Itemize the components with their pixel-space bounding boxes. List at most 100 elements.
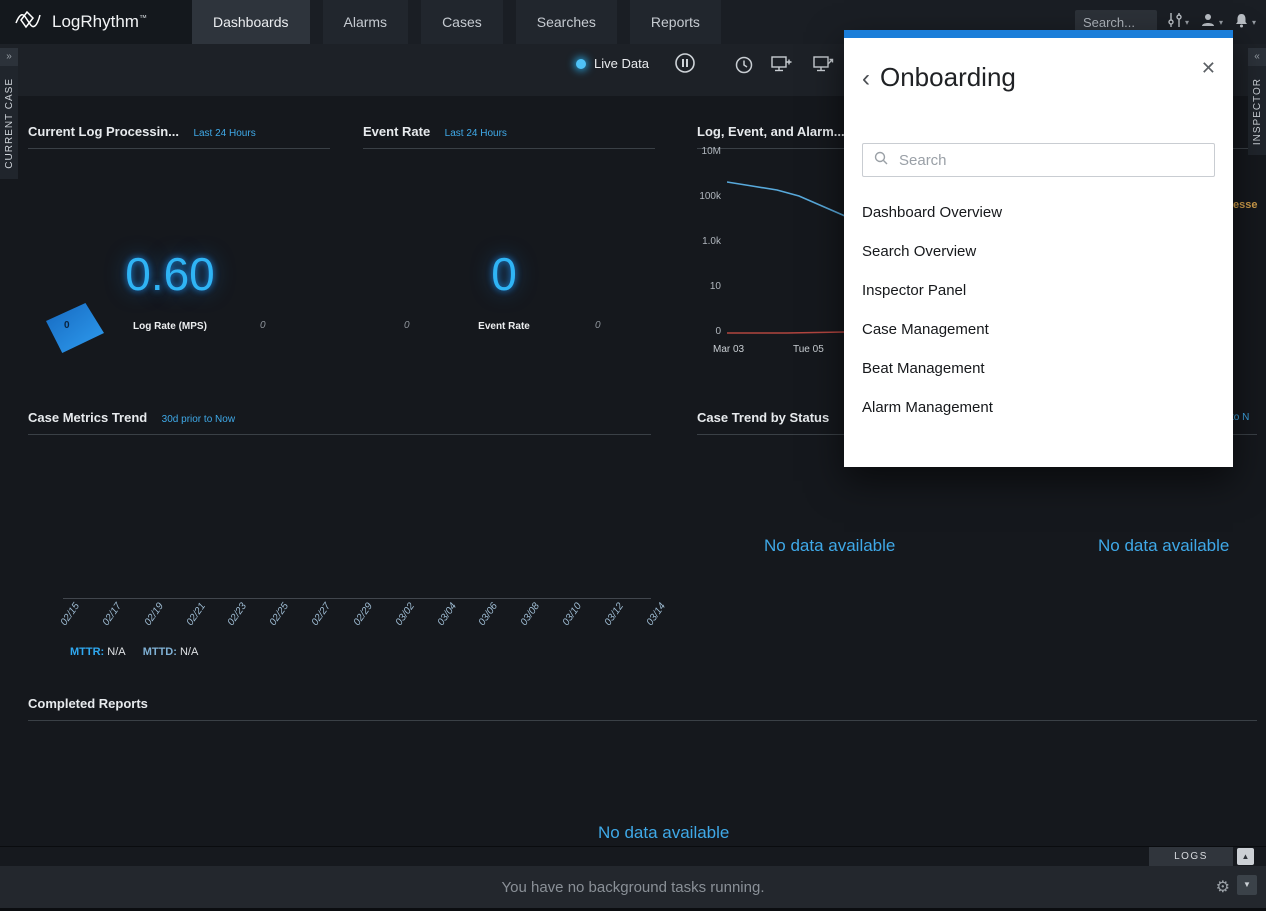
x-tick-label: 02/17 [100, 601, 123, 628]
case-metrics-trend-chart: 02/1502/1702/1902/2102/2302/2502/2702/29… [28, 438, 653, 668]
no-data-message: No data available [764, 536, 895, 556]
brand: LogRhythm™ [0, 0, 192, 44]
expand-right-icon[interactable]: » [0, 48, 18, 66]
nav-tab-alarms[interactable]: Alarms [323, 0, 409, 44]
nav-tab-reports[interactable]: Reports [630, 0, 721, 44]
chevron-down-icon: ▾ [1219, 18, 1223, 27]
primary-nav: Dashboards Alarms Cases Searches Reports [192, 0, 734, 44]
x-tick-label: 03/04 [435, 601, 458, 628]
truncated-range-fragment: to N [1231, 412, 1249, 423]
widget-time-range[interactable]: 30d prior to Now [162, 414, 235, 425]
panel-header: ‹ Onboarding ✕ [844, 38, 1233, 99]
y-tick-label: 100k [697, 191, 721, 236]
widget-time-range[interactable]: Last 24 Hours [193, 128, 255, 139]
expand-up-icon[interactable]: ▲ [1237, 848, 1254, 865]
live-data-indicator-icon [576, 59, 586, 69]
gauge-axis-min: 0 [404, 320, 410, 331]
onboarding-topic-item[interactable]: Inspector Panel [844, 271, 1233, 310]
onboarding-topic-item[interactable]: Search Overview [844, 232, 1233, 271]
logrhythm-logo-icon [13, 8, 43, 37]
y-tick-label: 1.0k [697, 236, 721, 281]
y-axis-labels: 10M100k1.0k100 [697, 146, 721, 371]
x-tick-label: 02/15 [59, 601, 82, 628]
mttr-mttd-summary: MTTR: N/A MTTD: N/A [70, 646, 212, 658]
x-tick-label: 02/19 [142, 601, 165, 628]
onboarding-search-box[interactable] [862, 143, 1215, 177]
event-rate-value: 0 [459, 247, 549, 301]
widget-title: Case Trend by Status [697, 410, 829, 425]
widget-header-case-metrics: Case Metrics Trend 30d prior to Now [28, 409, 651, 435]
gauge-needle [46, 303, 104, 353]
x-tick-label: 03/06 [477, 601, 500, 628]
close-icon[interactable]: ✕ [1201, 58, 1216, 79]
log-rate-label: Log Rate (MPS) [108, 321, 232, 332]
export-dashboard-button[interactable] [813, 56, 834, 73]
background-tasks-status: You have no background tasks running. [502, 879, 765, 896]
x-tick-label: 03/14 [644, 601, 667, 628]
current-case-label: CURRENT CASE [4, 66, 15, 179]
truncated-label-fragment: esse [1233, 199, 1257, 211]
gauge-axis-max: 0 [595, 320, 601, 331]
expand-left-icon[interactable]: « [1248, 48, 1266, 66]
pause-button[interactable] [674, 52, 696, 74]
gauge-axis-max: 0 [260, 320, 266, 331]
widget-header-log-processing: Current Log Processin... Last 24 Hours [28, 123, 330, 149]
onboarding-search-input[interactable] [897, 151, 1204, 170]
onboarding-topic-list: Dashboard OverviewSearch OverviewInspect… [844, 177, 1233, 467]
live-data-label: Live Data [594, 56, 649, 71]
logs-bar [0, 846, 1266, 866]
background-tasks-bar: You have no background tasks running. [0, 866, 1266, 908]
x-axis-line [63, 598, 651, 599]
logs-tab[interactable]: LOGS [1149, 847, 1233, 866]
mttd-label: MTTD: [143, 646, 177, 658]
search-icon [873, 150, 889, 171]
x-tick-label: 02/29 [352, 601, 375, 628]
nav-tab-dashboards[interactable]: Dashboards [192, 0, 310, 44]
chevron-down-icon: ▾ [1185, 18, 1189, 27]
mttr-label: MTTR: [70, 646, 104, 658]
widget-title: Completed Reports [28, 696, 148, 711]
collapse-down-icon[interactable]: ▼ [1237, 875, 1257, 895]
bell-icon [1234, 12, 1249, 33]
widget-header-event-rate: Event Rate Last 24 Hours [363, 123, 655, 149]
inspector-drawer-tab[interactable]: « INSPECTOR [1248, 48, 1266, 155]
x-tick-label: 03/08 [519, 601, 542, 628]
x-axis-labels: 02/1502/1702/1902/2102/2302/2502/2702/29… [63, 601, 659, 649]
event-rate-label: Event Rate [459, 321, 549, 332]
mttd-value: N/A [180, 646, 198, 658]
onboarding-topic-item[interactable]: Alarm Management [844, 388, 1233, 427]
time-range-button[interactable] [735, 56, 753, 74]
onboarding-topic-item[interactable]: Case Management [844, 310, 1233, 349]
widget-title: Current Log Processin... [28, 124, 179, 139]
x-tick-label: Tue 05 [793, 344, 824, 355]
gear-icon[interactable]: ⚙ [1216, 877, 1230, 897]
onboarding-topic-item[interactable]: Beat Management [844, 349, 1233, 388]
notifications-button[interactable]: ▾ [1234, 12, 1256, 33]
x-tick-label: Mar 03 [713, 344, 744, 355]
nav-tab-cases[interactable]: Cases [421, 0, 503, 44]
onboarding-topic-item[interactable]: Dashboard Overview [844, 193, 1233, 232]
onboarding-panel: ‹ Onboarding ✕ Dashboard OverviewSearch … [844, 30, 1233, 467]
widget-header-completed-reports: Completed Reports [28, 695, 1257, 721]
current-case-drawer-tab[interactable]: » CURRENT CASE [0, 48, 18, 179]
brand-name: LogRhythm™ [52, 12, 147, 32]
panel-accent-bar [844, 30, 1233, 38]
live-data-toggle[interactable]: Live Data [576, 56, 649, 71]
x-tick-label: 02/27 [310, 601, 333, 628]
gauge-pointer-value: 0 [64, 320, 70, 331]
widget-title: Case Metrics Trend [28, 410, 147, 425]
back-chevron-icon[interactable]: ‹ [862, 67, 870, 91]
y-tick-label: 10 [697, 281, 721, 326]
no-data-message: No data available [1098, 536, 1229, 556]
nav-tab-searches[interactable]: Searches [516, 0, 617, 44]
widget-time-range[interactable]: Last 24 Hours [445, 128, 507, 139]
add-widget-button[interactable] [771, 56, 792, 73]
widget-title: Event Rate [363, 124, 430, 139]
y-tick-label: 10M [697, 146, 721, 191]
panel-title: Onboarding [880, 62, 1016, 93]
mttr-value: N/A [107, 646, 125, 658]
x-tick-label: 02/21 [184, 601, 207, 628]
x-tick-label: 03/02 [393, 601, 416, 628]
log-rate-value: 0.60 [108, 247, 232, 301]
x-tick-label: 03/12 [603, 601, 626, 628]
